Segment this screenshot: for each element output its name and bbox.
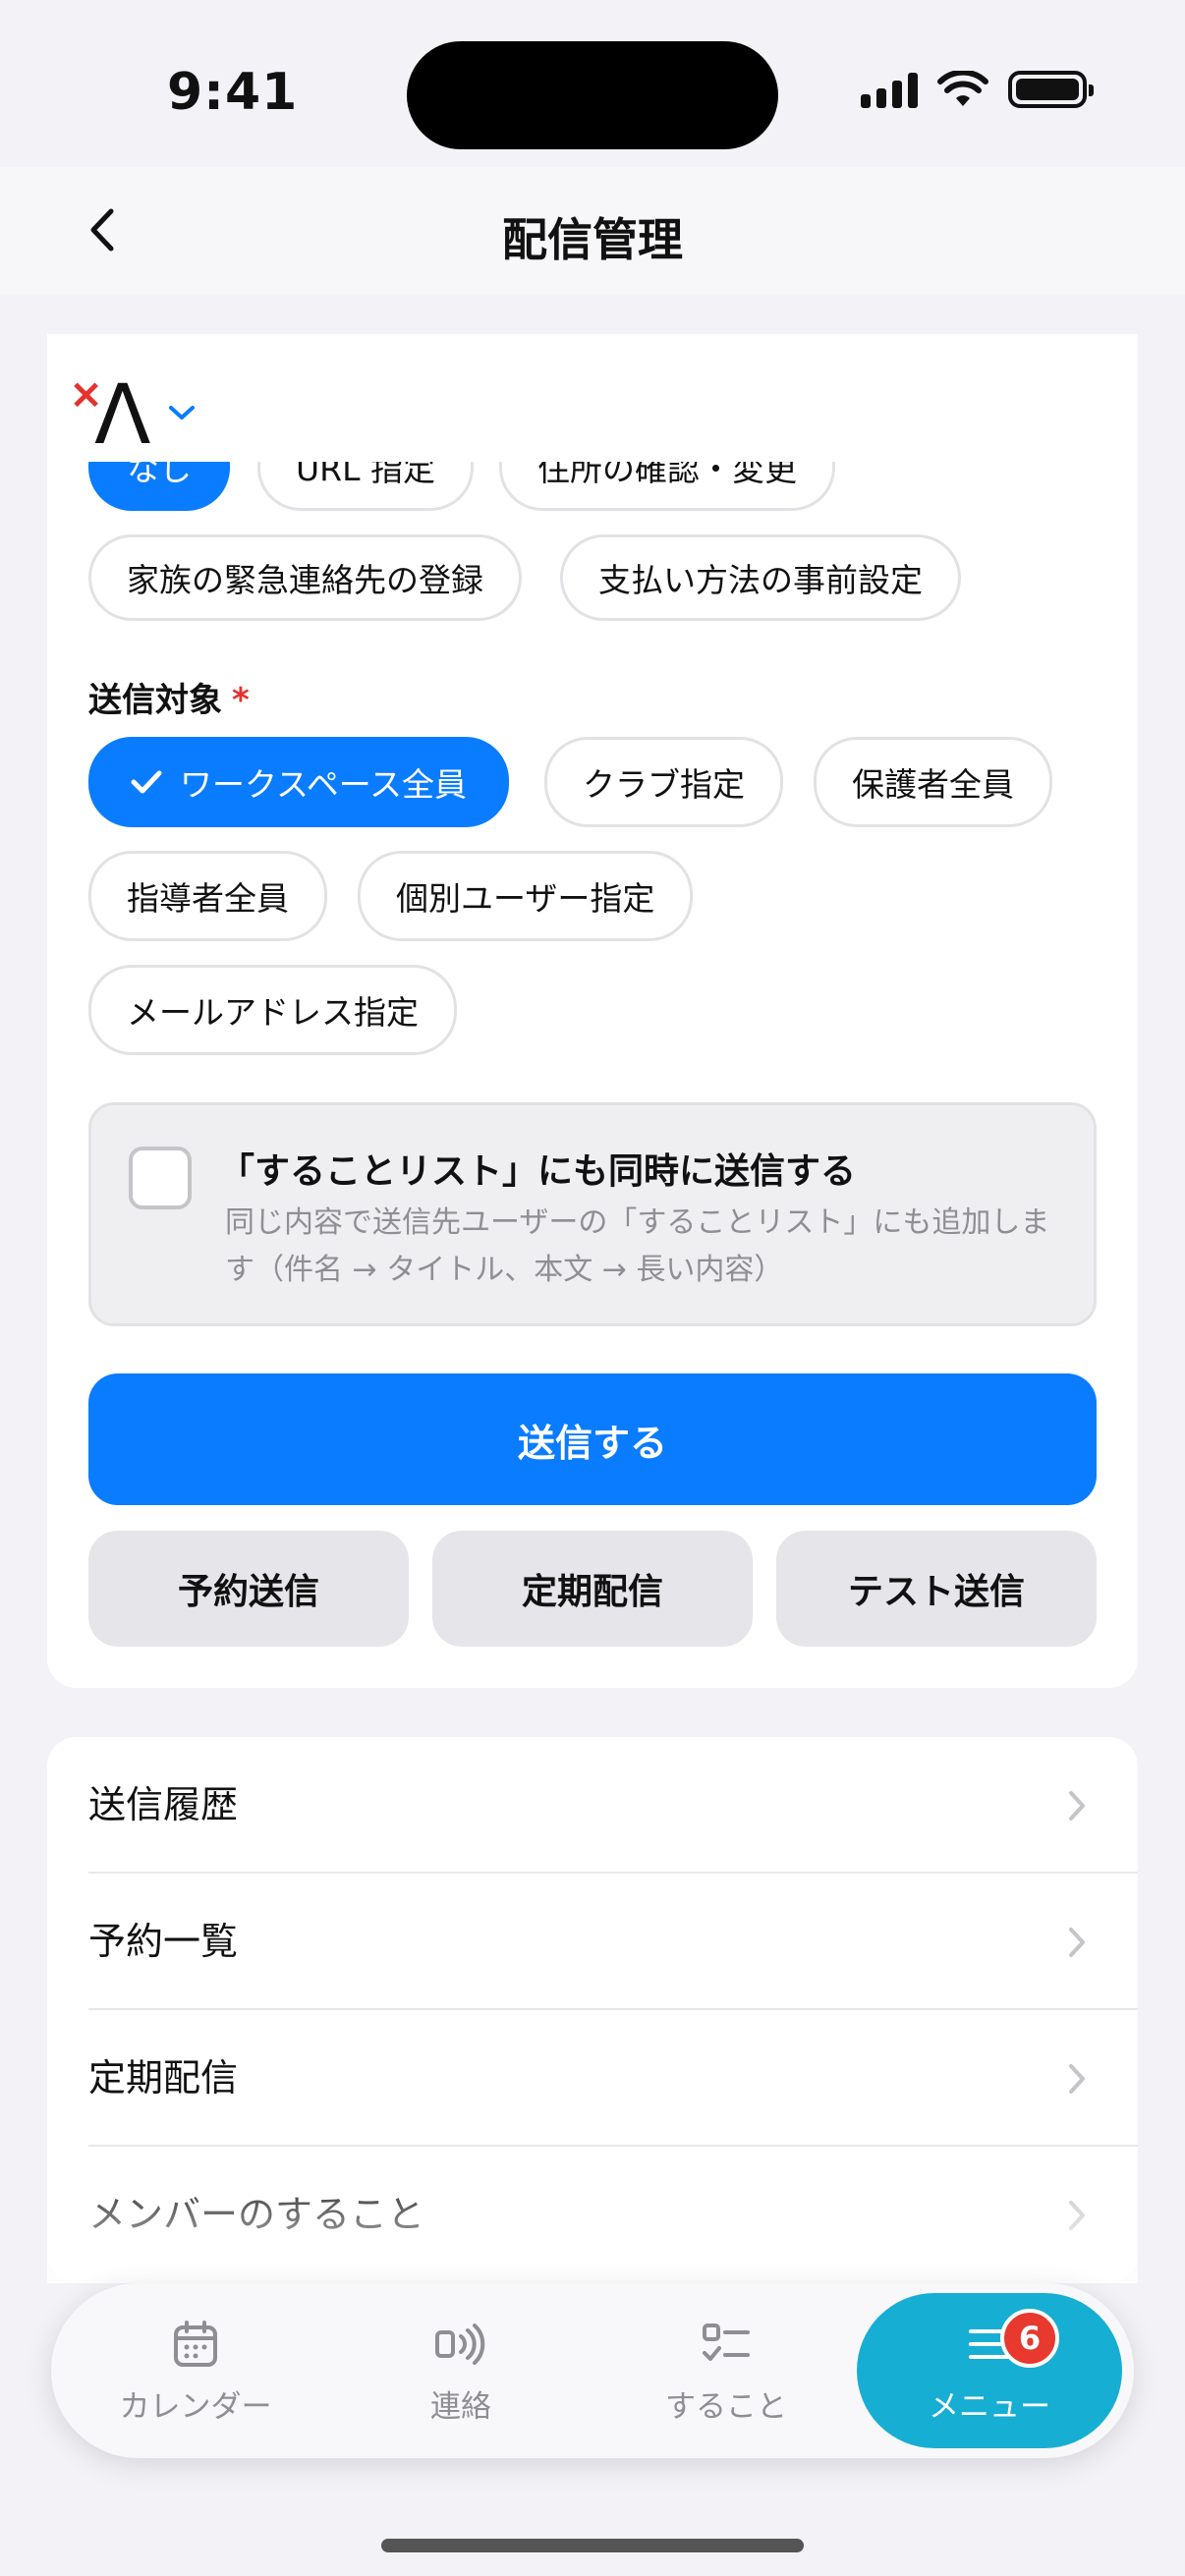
logo-mark: Λ [94, 366, 151, 463]
nav-bar: 配信管理 [0, 167, 1185, 295]
list-item-label: 送信履歴 [88, 1783, 239, 1826]
chevron-right-icon [1069, 2064, 1085, 2094]
target-label: 送信対象 * [88, 673, 250, 721]
notification-badge: 6 [1000, 2309, 1059, 2368]
tab-menu-label: メニュー [929, 2388, 1050, 2425]
todo-sync-option[interactable]: 「することリスト」にも同時に送信する 同じ内容で送信先ユーザーの「することリスト… [88, 1102, 1097, 1326]
test-send-button[interactable]: テスト送信 [776, 1531, 1097, 1647]
status-time: 9:41 [167, 63, 299, 122]
option-chip-emergency-contact[interactable]: 家族の緊急連絡先の登録 [88, 534, 522, 621]
broadcast-icon [435, 2323, 485, 2365]
option-chip-payment-method[interactable]: 支払い方法の事前設定 [560, 534, 961, 621]
wifi-icon [937, 71, 988, 106]
chevron-right-icon [1069, 1928, 1085, 1957]
tab-calendar[interactable]: カレンダー [63, 2283, 328, 2458]
list-item-label: 予約一覧 [88, 1920, 239, 1963]
tab-menu[interactable]: メニュー 6 [857, 2293, 1122, 2448]
todo-sync-description: 同じ内容で送信先ユーザーの「することリスト」にも追加します（件名 → タイトル、… [225, 1205, 1050, 1287]
list-item-label: 定期配信 [88, 2056, 239, 2100]
battery-icon [1008, 71, 1094, 108]
tab-bar: カレンダー 連絡 すること メニュー 6 [51, 2283, 1134, 2458]
tab-calendar-label: カレンダー [119, 2388, 272, 2425]
checkmark-icon [131, 770, 162, 794]
option-chip-none[interactable]: なし [88, 462, 230, 511]
chevron-right-icon [1069, 1791, 1085, 1820]
target-chip-workspace-all[interactable]: ワークスペース全員 [88, 737, 510, 827]
list-item-member-todos[interactable]: メンバーのすること [88, 2147, 1138, 2283]
home-indicator [381, 2539, 804, 2552]
tab-todo[interactable]: すること [593, 2283, 859, 2458]
target-chip-label: ワークスペース全員 [180, 765, 468, 804]
tab-contact[interactable]: 連絡 [328, 2283, 593, 2458]
chevron-right-icon [1069, 2201, 1085, 2230]
chevron-down-icon [169, 406, 195, 420]
list-item-label: メンバーのすること [88, 2193, 425, 2236]
target-label-text: 送信対象 [88, 681, 222, 720]
target-chip-guardians[interactable]: 保護者全員 [814, 737, 1052, 827]
screen: 9:41 配信管理 × Λ なし URL 指定 住所の確認・変更 家族の緊急連絡… [0, 0, 1185, 2576]
calendar-icon [174, 2320, 217, 2367]
list-item-scheduled[interactable]: 予約一覧 [88, 1874, 1138, 2010]
recurring-send-button[interactable]: 定期配信 [432, 1531, 753, 1647]
list-item-recurring[interactable]: 定期配信 [88, 2010, 1138, 2147]
workspace-switcher[interactable]: × Λ [69, 373, 195, 456]
cellular-signal-icon [861, 71, 918, 108]
page-title: 配信管理 [502, 213, 683, 266]
option-chip-address[interactable]: 住所の確認・変更 [499, 462, 835, 511]
list-item-history[interactable]: 送信履歴 [88, 1737, 1138, 1874]
tab-todo-label: すること [665, 2388, 787, 2425]
send-button[interactable]: 送信する [88, 1373, 1097, 1505]
checklist-icon [703, 2323, 750, 2361]
target-chip-individual[interactable]: 個別ユーザー指定 [358, 851, 694, 941]
target-chip-email[interactable]: メールアドレス指定 [88, 965, 457, 1055]
target-chip-club[interactable]: クラブ指定 [544, 737, 783, 827]
todo-sync-title: 「することリスト」にも同時に送信する [219, 1151, 857, 1192]
required-mark: * [232, 681, 250, 720]
scheduled-send-button[interactable]: 予約送信 [88, 1531, 409, 1647]
status-icons [861, 71, 1094, 108]
target-chip-coaches[interactable]: 指導者全員 [88, 851, 327, 941]
tab-contact-label: 連絡 [430, 2388, 491, 2425]
management-list: 送信履歴 予約一覧 定期配信 メンバーのすること [47, 1737, 1138, 2283]
option-chip-url[interactable]: URL 指定 [257, 462, 474, 511]
dynamic-island [407, 41, 778, 149]
todo-sync-checkbox[interactable] [129, 1147, 192, 1209]
